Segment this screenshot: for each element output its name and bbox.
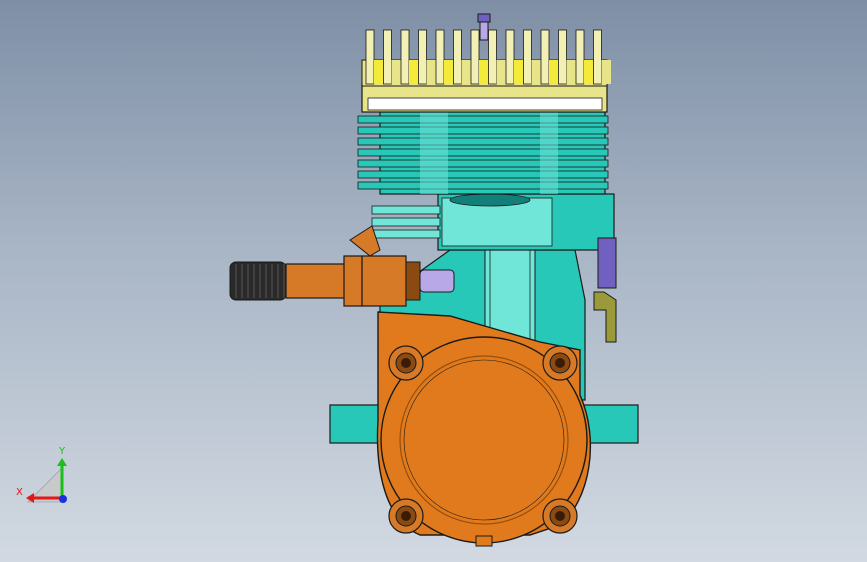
triad-y-label: Y xyxy=(58,446,66,457)
cylinder-cooling-fins xyxy=(357,115,609,190)
head-fin-gap xyxy=(391,60,401,84)
cylinder-fin xyxy=(357,115,609,124)
head-fin-gap xyxy=(444,60,454,84)
head-fin xyxy=(575,29,585,85)
engine-model[interactable]: X Y xyxy=(0,0,867,562)
glow-plug[interactable] xyxy=(477,13,491,41)
cad-viewport[interactable]: X Y xyxy=(0,0,867,562)
head-fin-gap xyxy=(584,60,594,84)
cylinder-block[interactable] xyxy=(357,111,609,195)
head-fin-gap xyxy=(426,60,436,84)
cylinder-fin xyxy=(357,126,609,135)
head-fin xyxy=(523,29,532,85)
cylinder-head[interactable] xyxy=(361,29,611,113)
lower-fins xyxy=(371,205,441,239)
view-orientation-triad[interactable]: X Y xyxy=(16,446,67,503)
head-fin xyxy=(435,29,445,85)
head-fin xyxy=(540,29,550,85)
cylinder-fin xyxy=(357,181,609,190)
cylinder-fin xyxy=(357,159,609,168)
head-fin-gap xyxy=(479,60,489,84)
cover-bolt-bottom-left[interactable] xyxy=(388,498,424,534)
head-fin xyxy=(558,29,567,85)
head-fin-gap xyxy=(601,60,611,84)
head-fin-gap xyxy=(531,60,541,84)
head-fin xyxy=(470,29,480,85)
cylinder-fin xyxy=(357,137,609,146)
head-fin-gap xyxy=(409,60,419,84)
triad-x-label: X xyxy=(16,487,23,498)
head-fin xyxy=(383,29,392,85)
head-fin-gap xyxy=(549,60,559,84)
cover-bolt-top-left[interactable] xyxy=(388,345,424,381)
cylinder-fin xyxy=(357,170,609,179)
cylinder-fin xyxy=(357,148,609,157)
head-fin xyxy=(488,29,497,85)
triad-y-arrowhead xyxy=(57,458,67,466)
head-fin-gap xyxy=(461,60,471,84)
head-fin xyxy=(418,29,427,85)
head-fin xyxy=(365,29,375,85)
cover-bolt-top-right[interactable] xyxy=(542,345,578,381)
head-fin xyxy=(505,29,515,85)
head-fin xyxy=(593,29,602,85)
head-fin-gap xyxy=(514,60,524,84)
throttle-bracket[interactable] xyxy=(593,291,617,343)
head-fin xyxy=(453,29,462,85)
triad-z-axis xyxy=(59,495,67,503)
head-fin-gap xyxy=(496,60,506,84)
head-fin-gap xyxy=(566,60,576,84)
head-fin-gap xyxy=(374,60,384,84)
head-fin xyxy=(400,29,410,85)
cover-bolt-bottom-right[interactable] xyxy=(542,498,578,534)
